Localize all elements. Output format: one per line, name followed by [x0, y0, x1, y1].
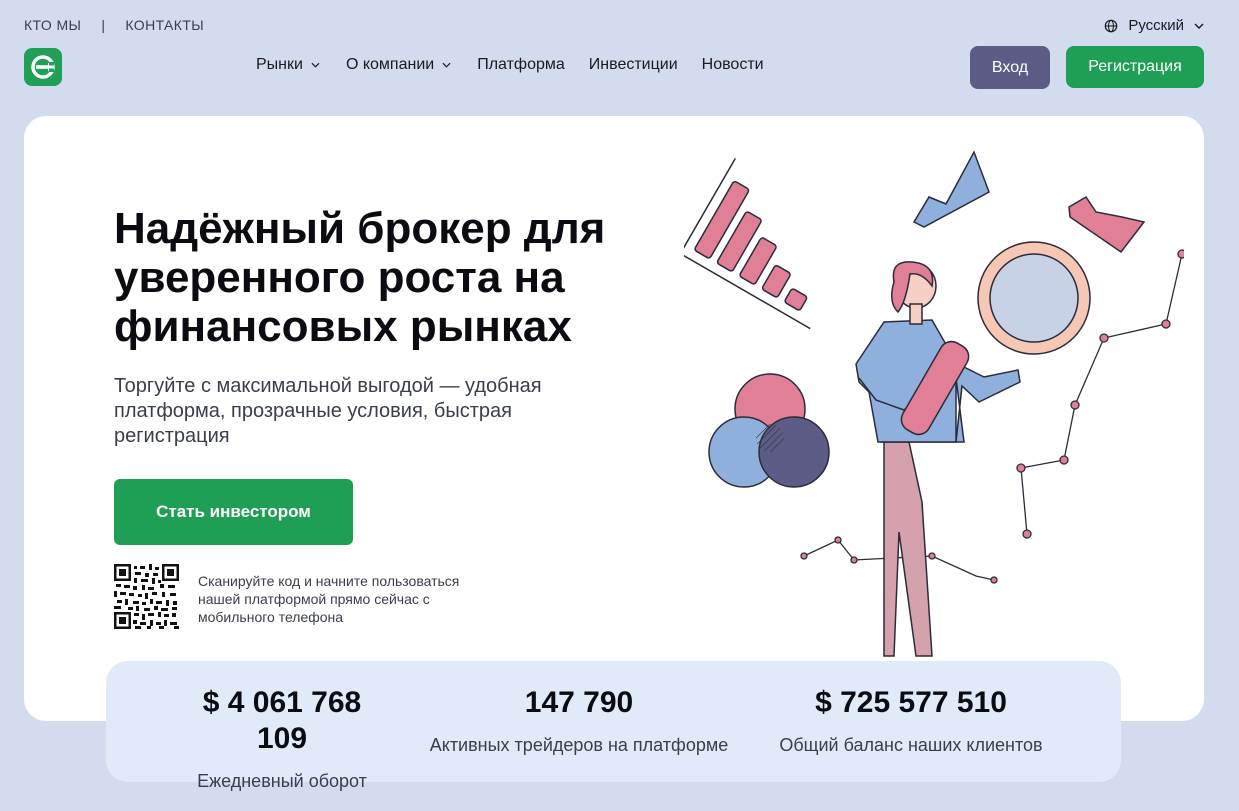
stat-value: 147 790 [524, 686, 634, 719]
stat-daily-turnover: $ 4 061 768 109 Ежедневный оборот [182, 685, 382, 793]
nav-item-label: Рынки [256, 56, 303, 73]
stat-label: Ежедневный оборот [197, 771, 367, 791]
hero-title-line: уверенного роста на [114, 253, 565, 302]
chevron-down-icon [1194, 23, 1204, 29]
bar-chart-graphic [684, 157, 811, 330]
stats-panel: $ 4 061 768 109 Ежедневный оборот 147 79… [106, 661, 1121, 791]
stat-value: $ 725 577 510 [815, 686, 1007, 719]
link-who-we-are[interactable]: КТО МЫ [24, 17, 81, 33]
stat-value: $ 4 061 768 109 [202, 686, 362, 755]
hero-illustration [684, 150, 1184, 657]
link-contacts[interactable]: КОНТАКТЫ [125, 17, 204, 33]
hero-subtitle: Торгуйте с максимальной выгодой — удобна… [114, 375, 542, 447]
area-chart-graphic [912, 150, 990, 228]
language-selector[interactable]: Русский [1104, 17, 1204, 34]
language-label: Русский [1128, 17, 1184, 34]
nav-item-platform[interactable]: Платформа [477, 56, 565, 74]
hero-title: Надёжный брокер для уверенного роста на … [114, 204, 654, 351]
stat-active-traders: 147 790 Активных трейдеров на платформе [424, 685, 734, 757]
logo-icon [31, 55, 55, 79]
hero-card: Надёжный брокер для уверенного роста на … [24, 116, 1204, 721]
nav-item-about[interactable]: О компании [346, 56, 451, 74]
chevron-down-icon [311, 62, 320, 68]
nav-item-markets[interactable]: Рынки [256, 56, 320, 74]
area-chart-graphic [1068, 195, 1146, 254]
nav-item-news[interactable]: Новости [702, 56, 764, 74]
globe-icon [1105, 19, 1118, 32]
top-links-separator: | [101, 17, 106, 33]
stat-client-balance: $ 725 577 510 Общий баланс наших клиенто… [776, 685, 1046, 757]
chevron-down-icon [442, 62, 451, 68]
register-button[interactable]: Регистрация [1066, 46, 1204, 88]
qr-code-icon [114, 564, 179, 629]
logo[interactable] [24, 48, 62, 86]
hero-title-line: Надёжный брокер для [114, 204, 606, 253]
nav-item-investments[interactable]: Инвестиции [589, 56, 678, 74]
login-button[interactable]: Вход [970, 46, 1050, 89]
stat-label: Общий баланс наших клиентов [779, 735, 1043, 755]
top-links: КТО МЫ | КОНТАКТЫ [24, 17, 204, 33]
top-bar: КТО МЫ | КОНТАКТЫ Русский [24, 17, 1204, 37]
become-investor-button[interactable]: Стать инвестором [114, 479, 353, 545]
hero-title-line: финансовых рынках [114, 302, 572, 351]
venn-graphic [708, 373, 830, 488]
stat-label: Активных трейдеров на платформе [429, 735, 729, 755]
nav-item-label: О компании [345, 56, 435, 73]
qr-caption: Сканируйте код и начните пользоваться на… [198, 573, 460, 625]
main-nav: Рынки О компании Платформа Инвестиции Но… [256, 56, 788, 74]
